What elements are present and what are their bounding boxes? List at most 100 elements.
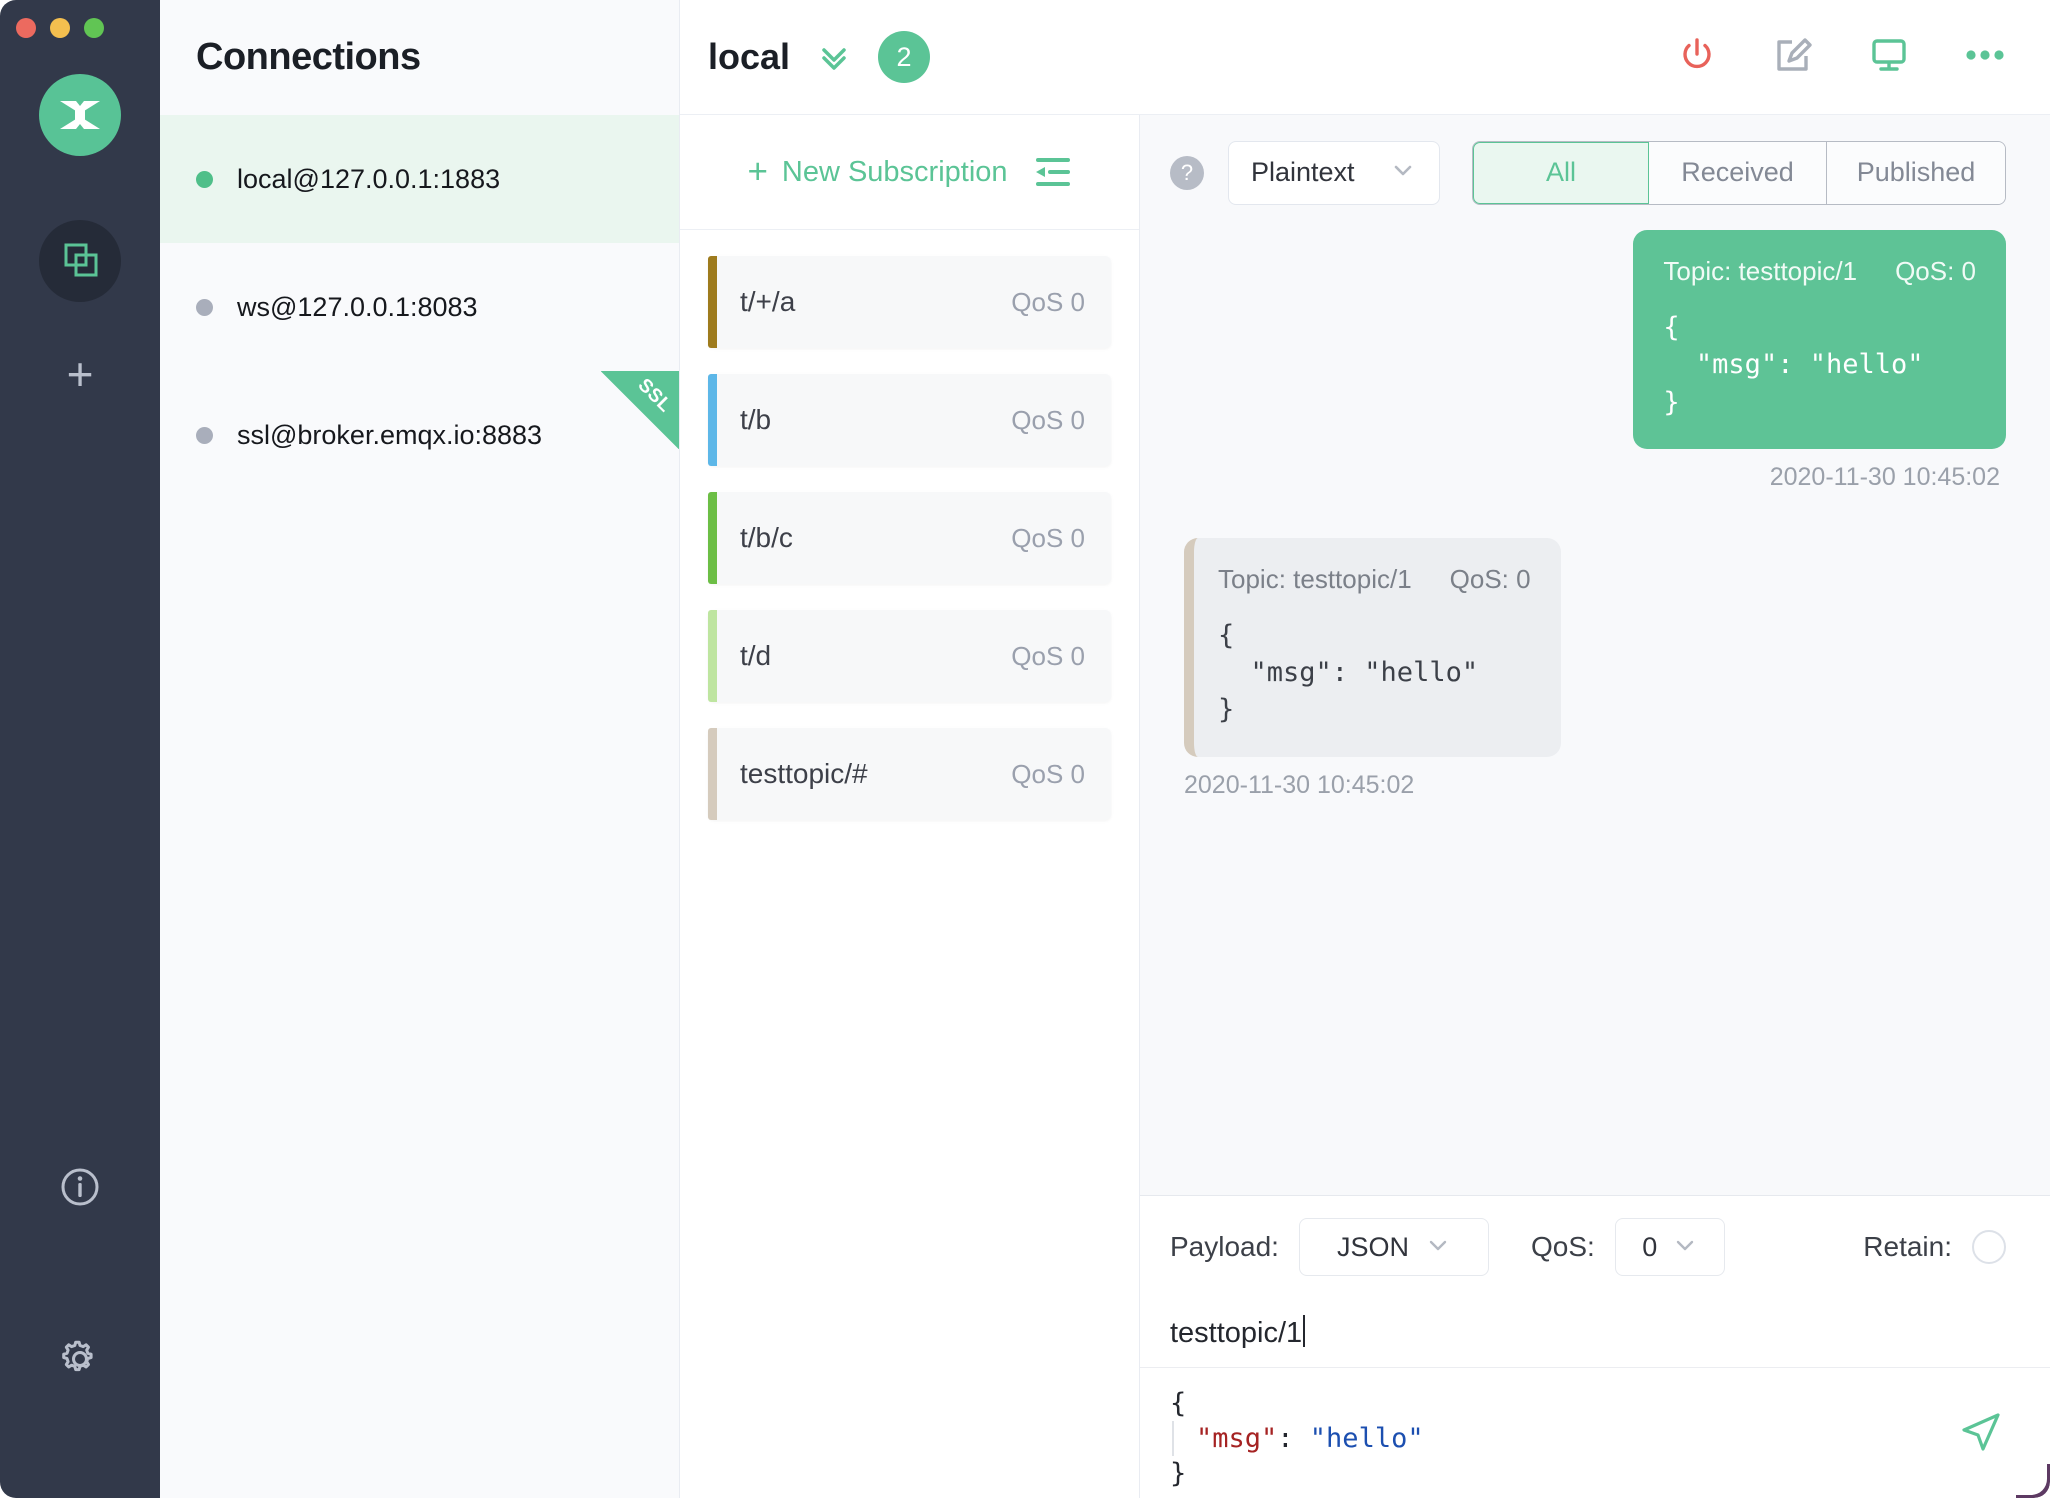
- connection-item-ssl[interactable]: ssl@broker.emqx.io:8883 SSL: [160, 371, 679, 499]
- send-icon[interactable]: [1956, 1407, 2006, 1466]
- message-row-published: Topic: testtopic/1 QoS: 0 { "msg": "hell…: [1184, 230, 2006, 492]
- json-colon: :: [1277, 1423, 1310, 1455]
- subscription-color-bar: [708, 610, 717, 702]
- collapse-panel-icon[interactable]: [1032, 155, 1072, 189]
- publish-qos-select[interactable]: 0: [1614, 1218, 1725, 1276]
- connection-name: local@127.0.0.1:1883: [237, 163, 501, 194]
- chevron-down-icon: [1425, 1232, 1451, 1263]
- publish-payload-select[interactable]: JSON: [1298, 1218, 1489, 1276]
- payload-format-select[interactable]: Plaintext: [1228, 140, 1440, 205]
- messages-toolbar: ? Plaintext All Received Published: [1140, 115, 2050, 230]
- edit-icon[interactable]: [1772, 34, 1814, 81]
- status-dot-online: [196, 170, 213, 188]
- help-icon[interactable]: ?: [1170, 155, 1204, 190]
- power-icon[interactable]: [1676, 34, 1718, 81]
- message-filter-tabs: All Received Published: [1472, 140, 2006, 205]
- connections-list: local@127.0.0.1:1883 ws@127.0.0.1:8083 s…: [160, 115, 679, 499]
- payload-label: Payload:: [1170, 1231, 1279, 1262]
- message-meta: Topic: testtopic/1 QoS: 0: [1663, 256, 1976, 287]
- new-subscription-label: New Subscription: [781, 155, 1008, 188]
- tab-all[interactable]: All: [1473, 141, 1650, 204]
- subscription-topic: t/d: [740, 640, 772, 671]
- message-meta: Topic: testtopic/1 QoS: 0: [1218, 564, 1531, 595]
- connections-icon: [60, 239, 100, 284]
- connection-title: local: [708, 36, 791, 77]
- info-icon[interactable]: [57, 1164, 103, 1215]
- messages-list[interactable]: Topic: testtopic/1 QoS: 0 { "msg": "hell…: [1140, 230, 2050, 1195]
- status-badge: 2: [878, 31, 931, 83]
- connection-name: ssl@broker.emqx.io:8883: [237, 419, 543, 450]
- message-topic: Topic: testtopic/1: [1663, 256, 1858, 286]
- text-caret: [1303, 1315, 1306, 1347]
- publish-payload-editor[interactable]: { "msg": "hello" }: [1140, 1368, 2050, 1498]
- mqttx-app-window: + Connections local@127.0.0.1:1883 ws@12…: [0, 0, 2050, 1498]
- subscriptions-panel: + New Subscription t/+/a QoS 0 t/b QoS 0…: [680, 115, 1140, 1498]
- message-topic: Topic: testtopic/1: [1218, 563, 1412, 594]
- message-bubble-published[interactable]: Topic: testtopic/1 QoS: 0 { "msg": "hell…: [1633, 230, 2006, 449]
- double-chevron-down-icon[interactable]: [814, 37, 854, 77]
- window-zoom-button[interactable]: [84, 18, 104, 38]
- plus-icon: +: [747, 152, 768, 192]
- retain-group: Retain:: [1863, 1230, 2006, 1264]
- connections-panel: Connections local@127.0.0.1:1883 ws@127.…: [160, 0, 680, 1498]
- connection-item-local[interactable]: local@127.0.0.1:1883: [160, 115, 679, 243]
- window-corner-accent: [2016, 1464, 2050, 1498]
- subscription-qos: QoS 0: [1011, 522, 1085, 553]
- page-title: Connections: [196, 36, 421, 78]
- subscription-item[interactable]: t/+/a QoS 0: [708, 256, 1111, 348]
- message-payload: { "msg": "hello" }: [1218, 619, 1479, 726]
- code-line-1: {: [1170, 1388, 1187, 1419]
- more-icon[interactable]: [1964, 45, 2006, 70]
- message-qos: QoS: 0: [1449, 563, 1531, 594]
- subscription-color-bar: [708, 728, 717, 820]
- new-subscription-button[interactable]: + New Subscription: [747, 152, 1008, 192]
- subscription-item[interactable]: testtopic/# QoS 0: [708, 728, 1111, 820]
- json-key: "msg": [1196, 1423, 1278, 1455]
- tab-received[interactable]: Received: [1649, 141, 1827, 204]
- subscriptions-header: + New Subscription: [680, 115, 1139, 230]
- window-minimize-button[interactable]: [50, 18, 70, 38]
- plus-icon: +: [66, 348, 94, 400]
- rail-bottom-group: [56, 1164, 104, 1498]
- window-close-button[interactable]: [16, 18, 36, 38]
- ssl-badge-label: SSL: [633, 374, 676, 417]
- subscription-topic: testtopic/#: [740, 758, 868, 789]
- message-bubble-received[interactable]: Topic: testtopic/1 QoS: 0 { "msg": "hell…: [1184, 537, 1561, 757]
- connection-name: ws@127.0.0.1:8083: [237, 291, 478, 322]
- sidebar-item-connections[interactable]: [39, 220, 121, 302]
- message-payload: { "msg": "hello" }: [1663, 312, 1924, 418]
- header-actions: [1676, 34, 2006, 81]
- subscription-item[interactable]: t/b QoS 0: [708, 374, 1111, 466]
- subscription-topic: t/b/c: [740, 522, 793, 553]
- message-timestamp: 2020-11-30 10:45:02: [1184, 770, 1415, 799]
- publish-topic-field[interactable]: testtopic/1: [1140, 1298, 2050, 1368]
- publish-payload-value: JSON: [1336, 1231, 1409, 1262]
- subscription-qos: QoS 0: [1011, 286, 1085, 317]
- window-traffic-lights: [16, 18, 104, 38]
- retain-label: Retain:: [1863, 1231, 1952, 1262]
- workspace: + New Subscription t/+/a QoS 0 t/b QoS 0…: [680, 115, 2050, 1498]
- connection-item-ws[interactable]: ws@127.0.0.1:8083: [160, 243, 679, 371]
- subscription-item[interactable]: t/b/c QoS 0: [708, 492, 1111, 584]
- payload-format-value: Plaintext: [1251, 157, 1355, 187]
- gear-icon[interactable]: [56, 1335, 104, 1388]
- tab-published[interactable]: Published: [1827, 141, 2005, 204]
- message-qos: QoS: 0: [1895, 256, 1976, 286]
- connection-header-bar: local 2: [680, 0, 2050, 115]
- subscription-topic: t/+/a: [740, 286, 796, 317]
- retain-checkbox[interactable]: [1972, 1230, 2006, 1264]
- subscription-color-bar: [708, 256, 717, 348]
- monitor-icon[interactable]: [1868, 34, 1910, 81]
- json-value: "hello": [1309, 1423, 1424, 1455]
- chevron-down-icon: [1673, 1233, 1697, 1262]
- message-timestamp: 2020-11-30 10:45:02: [1769, 462, 2000, 491]
- mqttx-logo-icon: [39, 74, 121, 156]
- left-rail: +: [0, 0, 160, 1498]
- subscription-item[interactable]: t/d QoS 0: [708, 610, 1111, 702]
- code-line-2: "msg": "hello": [1172, 1421, 2020, 1457]
- chevron-down-icon: [1389, 156, 1417, 189]
- subscription-qos: QoS 0: [1011, 640, 1085, 671]
- new-connection-button[interactable]: +: [39, 344, 121, 404]
- subscription-color-bar: [708, 492, 717, 584]
- connections-header: Connections: [160, 0, 679, 115]
